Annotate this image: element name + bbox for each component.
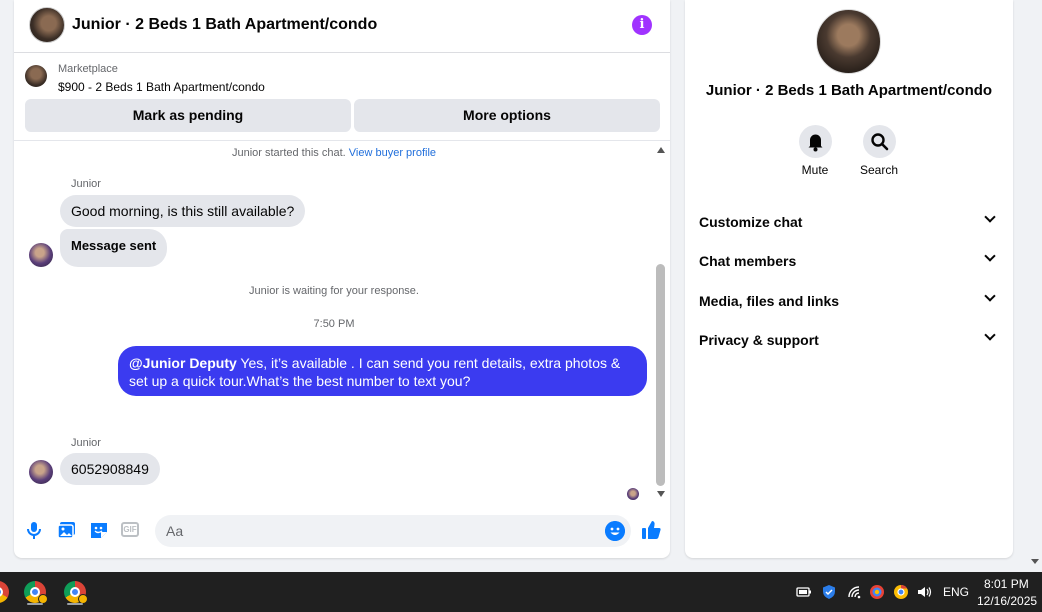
incoming-message[interactable]: 6052908849 xyxy=(60,453,160,485)
messages-scrollbar[interactable] xyxy=(655,144,667,500)
chevron-down-icon xyxy=(984,329,996,341)
sender-avatar[interactable] xyxy=(29,243,53,267)
listing-profile-photo[interactable] xyxy=(816,9,881,74)
info-icon[interactable]: i xyxy=(632,15,652,35)
message-timestamp: 7:50 PM xyxy=(313,318,355,330)
battery-icon[interactable] xyxy=(796,584,812,600)
emoji-icon[interactable] xyxy=(605,521,625,541)
wifi-icon[interactable] xyxy=(846,584,862,600)
thumbs-up-icon[interactable] xyxy=(640,519,662,541)
chat-started-notice: Junior started this chat. View buyer pro… xyxy=(14,147,654,159)
mute-label: Mute xyxy=(801,163,829,177)
clock-date[interactable]: 12/16/2025 xyxy=(977,594,1037,608)
marketplace-label: Marketplace xyxy=(58,63,118,75)
chat-started-text: Junior started this chat. xyxy=(231,147,346,159)
message-input[interactable] xyxy=(155,515,631,547)
chat-details-panel: Junior · 2 Beds 1 Bath Apartment/condo M… xyxy=(685,0,1013,558)
search-icon xyxy=(871,133,889,151)
taskbar-chrome-profile-3[interactable] xyxy=(61,578,89,606)
section-label: Chat members xyxy=(699,253,797,269)
view-buyer-profile-link[interactable]: View buyer profile xyxy=(349,147,436,159)
section-privacy-support[interactable]: Privacy & support xyxy=(685,322,1013,358)
bell-icon xyxy=(808,134,823,152)
section-media-files-links[interactable]: Media, files and links xyxy=(685,283,1013,319)
running-indicator xyxy=(67,603,83,605)
taskbar-chrome-profile-1[interactable] xyxy=(0,578,12,606)
listing-price-title[interactable]: $900 - 2 Beds 1 Bath Apartment/condo xyxy=(58,80,265,94)
chevron-down-icon xyxy=(984,211,996,223)
listing-thumbnail[interactable] xyxy=(25,65,47,87)
chrome-tray-icon[interactable] xyxy=(893,584,909,600)
scroll-down-arrow[interactable] xyxy=(657,491,665,497)
listing-avatar[interactable] xyxy=(29,7,65,43)
chevron-down-icon xyxy=(984,250,996,262)
app-tray-icon[interactable] xyxy=(869,584,885,600)
defender-icon[interactable] xyxy=(821,584,837,600)
page-scroll-down-arrow[interactable] xyxy=(1031,559,1039,564)
chat-panel: Junior · 2 Beds 1 Bath Apartment/condo i… xyxy=(14,0,670,558)
taskbar-chrome-profile-2[interactable] xyxy=(21,578,49,606)
outgoing-message[interactable]: @Junior Deputy Yes, it’s available . I c… xyxy=(118,346,647,396)
section-label: Privacy & support xyxy=(699,332,819,348)
volume-icon[interactable] xyxy=(916,584,932,600)
section-label: Customize chat xyxy=(699,214,803,230)
sender-name: Junior xyxy=(71,437,101,449)
mark-as-pending-button[interactable]: Mark as pending xyxy=(25,99,351,132)
scroll-thumb[interactable] xyxy=(656,264,665,486)
divider xyxy=(14,140,670,141)
microphone-icon[interactable] xyxy=(23,519,45,541)
scroll-up-arrow[interactable] xyxy=(657,147,665,153)
mention[interactable]: @Junior Deputy xyxy=(129,355,237,371)
mute-button[interactable] xyxy=(799,125,832,158)
read-receipt-avatar xyxy=(627,488,639,500)
sticker-icon[interactable] xyxy=(88,519,110,541)
chat-header: Junior · 2 Beds 1 Bath Apartment/condo i xyxy=(14,0,670,53)
section-chat-members[interactable]: Chat members xyxy=(685,243,1013,279)
gif-icon[interactable]: GIF xyxy=(121,522,139,537)
section-customize-chat[interactable]: Customize chat xyxy=(685,204,1013,240)
chat-title[interactable]: Junior · 2 Beds 1 Bath Apartment/condo xyxy=(72,16,377,34)
search-label: Search xyxy=(859,163,899,177)
language-indicator[interactable]: ENG xyxy=(943,585,969,599)
waiting-notice: Junior is waiting for your response. xyxy=(249,285,419,297)
search-button[interactable] xyxy=(863,125,896,158)
more-options-button[interactable]: More options xyxy=(354,99,660,132)
running-indicator xyxy=(27,603,43,605)
section-label: Media, files and links xyxy=(699,293,840,309)
chevron-down-icon xyxy=(984,290,996,302)
sender-avatar[interactable] xyxy=(29,460,53,484)
photo-icon[interactable] xyxy=(56,519,78,541)
clock-time[interactable]: 8:01 PM xyxy=(984,577,1029,591)
incoming-message[interactable]: Good morning, is this still available? xyxy=(60,195,306,227)
sender-name: Junior xyxy=(71,178,101,190)
incoming-message-card[interactable]: Message sent xyxy=(60,229,168,267)
taskbar xyxy=(0,572,1042,612)
details-title: Junior · 2 Beds 1 Bath Apartment/condo xyxy=(705,82,993,99)
